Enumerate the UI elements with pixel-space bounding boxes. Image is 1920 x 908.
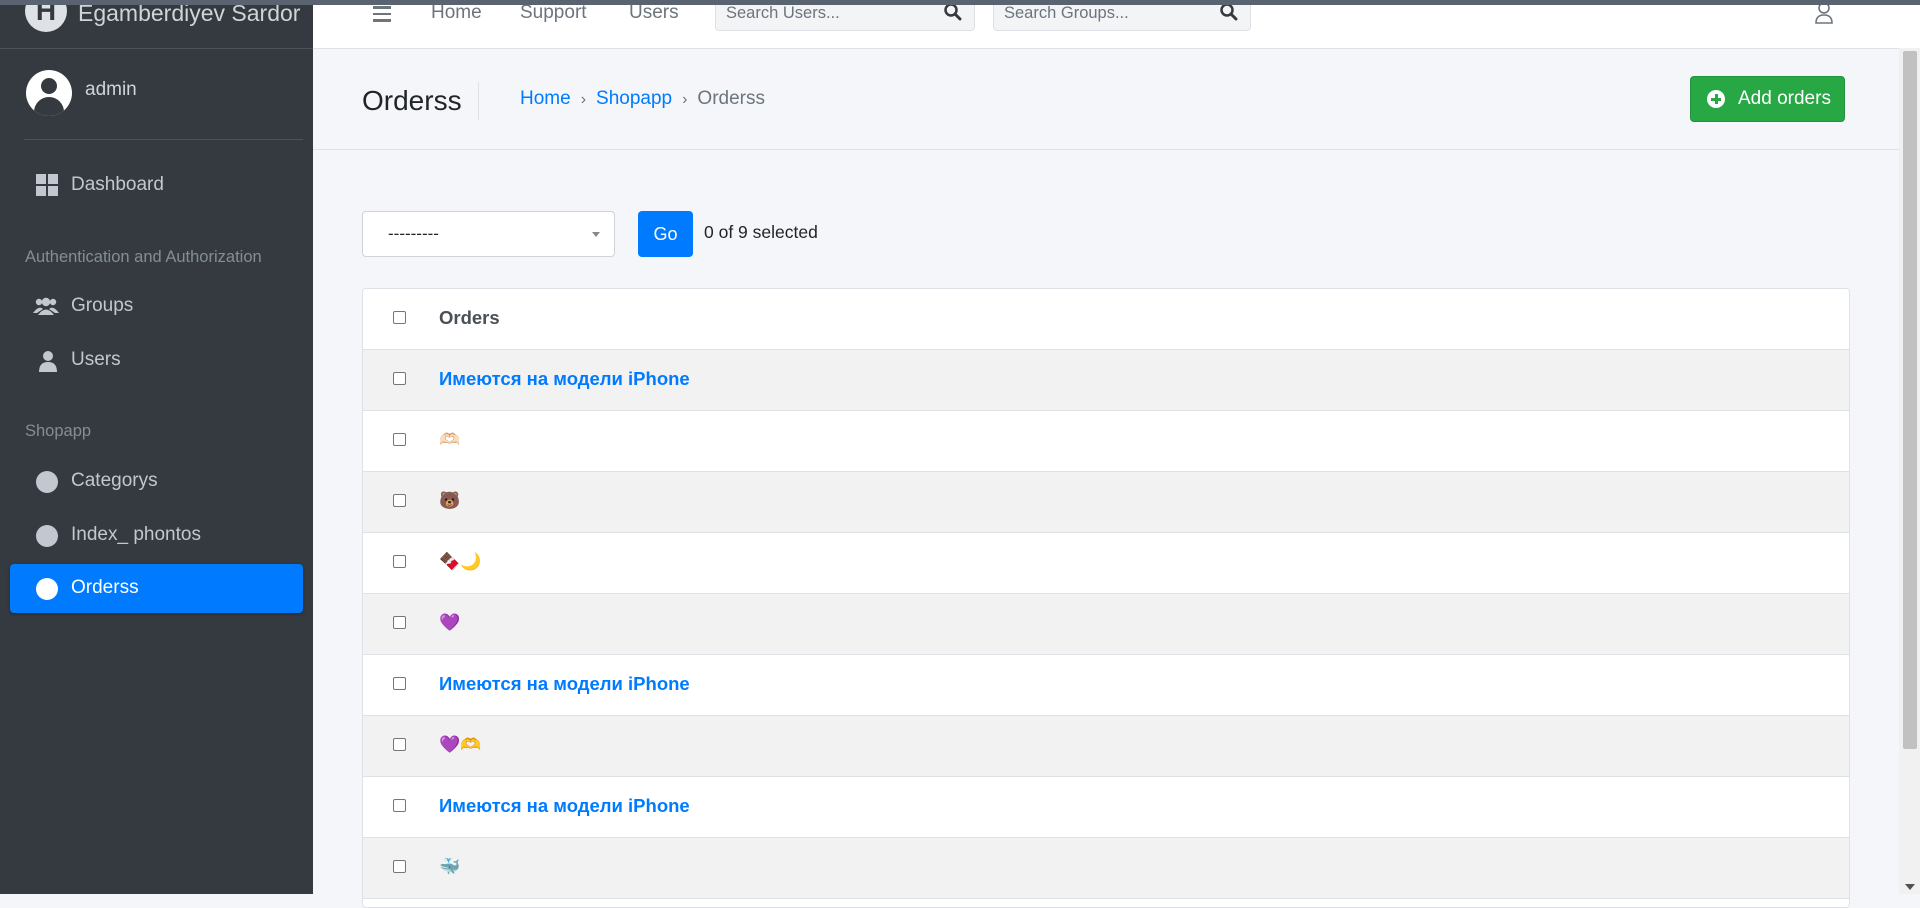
table-row: 🐳 xyxy=(363,838,1849,899)
action-select[interactable]: --------- xyxy=(362,211,615,257)
breadcrumb-current: Orderss xyxy=(697,88,765,109)
row-checkbox[interactable] xyxy=(393,738,406,751)
sidebar-item-label: Users xyxy=(71,349,121,370)
sidebar-item-label: Dashboard xyxy=(71,174,164,195)
row-checkbox[interactable] xyxy=(393,433,406,446)
breadcrumb-separator: › xyxy=(682,91,688,108)
search-groups-placeholder: Search Groups... xyxy=(1004,4,1129,22)
sidebar-item-categorys[interactable]: Categorys xyxy=(10,457,303,505)
breadcrumb-home[interactable]: Home xyxy=(520,88,571,109)
row-checkbox[interactable] xyxy=(393,616,406,629)
sidebar-item-groups[interactable]: Groups xyxy=(10,282,303,330)
nav-link-home[interactable]: Home xyxy=(431,2,482,24)
sidebar-item-index-photos[interactable]: Index_ phontos xyxy=(10,511,303,559)
sidebar: H Egamberdiyev Sardor admin Dashboard Au… xyxy=(0,0,313,894)
plus-circle-icon xyxy=(1707,90,1725,108)
sidebar-item-label: Orderss xyxy=(71,577,139,598)
add-orders-label: Add orders xyxy=(1738,88,1831,109)
content-header: Orderss Home › Shopapp › Orderss Add orders xyxy=(313,49,1900,150)
chevron-down-icon xyxy=(592,232,600,237)
sidebar-item-label: Groups xyxy=(71,295,134,316)
table-row: 🫶🏻 xyxy=(363,411,1849,472)
user-icon xyxy=(39,351,57,372)
sidebar-item-orders[interactable]: Orderss xyxy=(10,564,303,613)
orders-table: Orders Имеются на модели iPhone 🫶🏻 🐻 🍫🌙 … xyxy=(362,288,1850,908)
order-link[interactable]: 🍫🌙 xyxy=(439,552,481,572)
go-button[interactable]: Go xyxy=(638,211,693,257)
search-icon[interactable] xyxy=(1220,3,1238,21)
title-divider xyxy=(478,82,479,120)
breadcrumb-separator: › xyxy=(580,91,587,108)
sidebar-item-label: Index_ phontos xyxy=(71,524,201,545)
top-navbar: Home Support Users Search Users... Searc… xyxy=(313,0,1920,49)
user-panel: admin xyxy=(24,48,303,140)
order-link[interactable]: Имеются на модели iPhone xyxy=(439,368,690,390)
search-users-placeholder: Search Users... xyxy=(726,4,840,22)
hamburger-menu-icon[interactable] xyxy=(373,6,391,26)
page-title: Orderss xyxy=(362,85,462,116)
order-link[interactable]: 💜 xyxy=(439,613,460,633)
table-row: 🍫🌙 xyxy=(363,533,1849,594)
nav-link-users[interactable]: Users xyxy=(629,2,679,24)
nav-header-shopapp: Shopapp xyxy=(25,422,92,440)
circle-icon xyxy=(36,525,58,547)
order-link[interactable]: 🐻 xyxy=(439,491,460,511)
breadcrumb-shopapp[interactable]: Shopapp xyxy=(596,88,672,109)
user-account-icon[interactable] xyxy=(1814,2,1834,24)
scroll-down-arrow-icon[interactable] xyxy=(1905,884,1915,890)
selected-count: 0 of 9 selected xyxy=(704,222,818,242)
table-row: 💜 xyxy=(363,594,1849,655)
order-link[interactable]: 🫶🏻 xyxy=(439,430,460,450)
nav-link-support[interactable]: Support xyxy=(520,2,587,24)
order-link[interactable]: 🐳 xyxy=(439,857,460,877)
breadcrumb: Home › Shopapp › Orderss xyxy=(520,88,765,110)
table-row: Имеются на модели iPhone xyxy=(363,655,1849,716)
row-checkbox[interactable] xyxy=(393,372,406,385)
row-checkbox[interactable] xyxy=(393,860,406,873)
table-row: 🐻 xyxy=(363,472,1849,533)
column-header-orders[interactable]: Orders xyxy=(439,307,500,329)
page-scrollbar[interactable] xyxy=(1899,48,1920,894)
order-link[interactable]: Имеются на модели iPhone xyxy=(439,795,690,817)
sidebar-item-users[interactable]: Users xyxy=(10,336,303,384)
users-group-icon xyxy=(33,297,59,315)
nav-header-auth: Authentication and Authorization xyxy=(25,248,262,266)
brand-link[interactable]: H Egamberdiyev Sardor xyxy=(0,0,313,49)
user-name[interactable]: admin xyxy=(85,79,137,101)
order-link[interactable]: 💜🫶 xyxy=(439,735,481,755)
action-select-value: --------- xyxy=(388,224,439,243)
circle-icon xyxy=(36,471,58,493)
row-checkbox[interactable] xyxy=(393,494,406,507)
row-checkbox[interactable] xyxy=(393,555,406,568)
search-icon[interactable] xyxy=(944,3,962,21)
table-row: 💜🫶 xyxy=(363,716,1849,777)
row-checkbox[interactable] xyxy=(393,677,406,690)
sidebar-item-dashboard[interactable]: Dashboard xyxy=(10,161,303,209)
order-link[interactable]: Имеются на модели iPhone xyxy=(439,673,690,695)
avatar xyxy=(26,70,72,116)
select-all-checkbox[interactable] xyxy=(393,311,406,324)
table-header-row: Orders xyxy=(363,289,1849,350)
scrollbar-thumb[interactable] xyxy=(1903,51,1917,749)
dashboard-icon xyxy=(36,174,58,196)
top-stripe xyxy=(0,0,1920,5)
sidebar-item-label: Categorys xyxy=(71,470,158,491)
table-row: Имеются на модели iPhone xyxy=(363,777,1849,838)
add-orders-button[interactable]: Add orders xyxy=(1690,76,1845,122)
row-checkbox[interactable] xyxy=(393,799,406,812)
circle-icon xyxy=(36,578,58,600)
table-row: Имеются на модели iPhone xyxy=(363,350,1849,411)
